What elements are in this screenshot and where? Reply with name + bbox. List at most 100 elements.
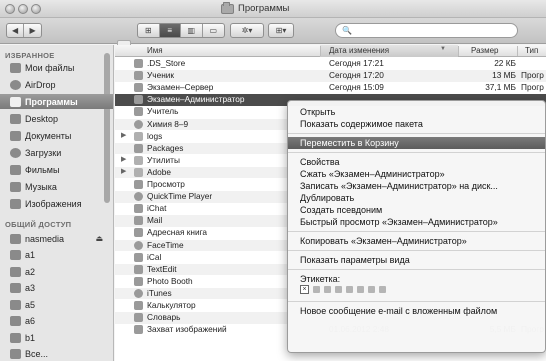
- label-color-swatch[interactable]: [357, 286, 364, 293]
- column-separator[interactable]: [517, 46, 518, 56]
- sidebar-item-2[interactable]: Программы: [0, 94, 113, 109]
- pictures-icon: [10, 198, 21, 209]
- sidebar-shared-item-3[interactable]: a3: [0, 281, 113, 296]
- sidebar-item-4[interactable]: Документы: [0, 128, 113, 143]
- action-menu-button[interactable]: ✲▾: [230, 23, 264, 38]
- list-view-button[interactable]: ≡: [159, 24, 181, 37]
- sidebar-item-5[interactable]: Загрузки: [0, 145, 113, 160]
- disclosure-triangle-icon[interactable]: ▶: [121, 155, 126, 163]
- computer-icon: [10, 316, 21, 326]
- sidebar-item-6[interactable]: Фильмы: [0, 162, 113, 177]
- file-name: Захват изображений: [147, 324, 227, 335]
- sidebar-item-label: Desktop: [25, 113, 59, 124]
- column-view-button[interactable]: ▥: [181, 24, 203, 37]
- menu-item[interactable]: Сжать «Экзамен–Администратор»: [288, 168, 545, 180]
- server-icon: [10, 233, 21, 244]
- zoom-button[interactable]: [31, 4, 41, 14]
- network-icon: [10, 349, 21, 359]
- sidebar-item-7[interactable]: Музыка: [0, 179, 113, 194]
- menu-separator: [288, 301, 545, 302]
- menu-item[interactable]: Создать псевдоним: [288, 204, 545, 216]
- sidebar-favorites-header: ИЗБРАННОЕ: [5, 51, 55, 60]
- all-files-icon: [10, 62, 21, 73]
- menu-item[interactable]: Свойства: [288, 156, 545, 168]
- label-color-swatch[interactable]: [313, 286, 320, 293]
- app-icon: [134, 264, 143, 274]
- computer-icon: [10, 299, 21, 310]
- menu-item[interactable]: Показать содержимое пакета: [288, 118, 545, 130]
- file-name: Ученик: [147, 70, 175, 81]
- menu-item[interactable]: Новое сообщение e-mail с вложенным файло…: [288, 305, 545, 317]
- file-date: Сегодня 17:21: [329, 58, 384, 68]
- column-size[interactable]: Размер: [471, 46, 499, 55]
- sidebar-item-label: Изображения: [25, 198, 82, 209]
- coverflow-view-button[interactable]: ▭: [203, 24, 224, 37]
- menu-item[interactable]: Переместить в Корзину: [288, 137, 545, 149]
- column-name[interactable]: Имя: [147, 46, 163, 55]
- menu-item[interactable]: Записать «Экзамен–Администратор» на диск…: [288, 180, 545, 192]
- menu-item[interactable]: Открыть: [288, 106, 545, 118]
- folder-icon: [134, 155, 143, 165]
- menu-item[interactable]: Копировать «Экзамен–Администратор»: [288, 235, 545, 247]
- file-name: FaceTime: [147, 239, 184, 250]
- menu-item[interactable]: Быстрый просмотр «Экзамен–Администратор»: [288, 216, 545, 228]
- column-separator[interactable]: [320, 46, 321, 56]
- sidebar-item-label: a2: [25, 266, 36, 277]
- label-color-swatch[interactable]: [346, 286, 353, 293]
- column-type[interactable]: Тип: [525, 46, 538, 55]
- file-name: Калькулятор: [147, 300, 196, 310]
- forward-button[interactable]: ▶: [24, 24, 41, 37]
- sidebar-item-label: a6: [25, 316, 36, 326]
- icon-view-button[interactable]: ⊞: [138, 24, 160, 37]
- file-name: Просмотр: [147, 179, 185, 189]
- sidebar-item-1[interactable]: AirDrop: [0, 77, 113, 92]
- sidebar-shared-item-0[interactable]: nasmedia ⏏: [0, 231, 113, 246]
- sidebar-shared-item-1[interactable]: a1: [0, 248, 113, 263]
- sidebar-item-8[interactable]: Изображения: [0, 196, 113, 211]
- menu-item[interactable]: Дублировать: [288, 192, 545, 204]
- file-row[interactable]: Ученик Сегодня 17:20 13 МБ Прогр: [115, 70, 546, 82]
- file-type: Прогр: [521, 82, 544, 93]
- eject-icon[interactable]: ⏏: [95, 234, 103, 243]
- label-none-icon[interactable]: ×: [300, 285, 309, 294]
- label-color-swatch[interactable]: [368, 286, 375, 293]
- sidebar-shared-item-4[interactable]: a5: [0, 297, 113, 312]
- disclosure-triangle-icon[interactable]: ▶: [121, 167, 126, 175]
- menu-item[interactable]: Показать параметры вида: [288, 254, 545, 266]
- back-button[interactable]: ◀: [7, 24, 25, 37]
- arrange-menu-button[interactable]: ⊞▾: [268, 23, 294, 38]
- app-icon: [134, 83, 143, 93]
- menu-item[interactable]: Этикетка:: [288, 273, 545, 285]
- column-separator[interactable]: [458, 46, 459, 56]
- label-color-swatch[interactable]: [324, 286, 331, 293]
- file-size: 22 КБ: [494, 58, 516, 68]
- label-color-swatch[interactable]: [335, 286, 342, 293]
- column-date[interactable]: Дата изменения: [329, 46, 389, 55]
- file-name: Утилиты: [147, 154, 180, 165]
- sidebar-shared-item-6[interactable]: b1: [0, 330, 113, 345]
- file-row[interactable]: .DS_Store Сегодня 17:21 22 КБ: [115, 58, 546, 70]
- menu-separator: [288, 269, 545, 270]
- file-name: Photo Booth: [147, 275, 193, 286]
- app-icon: [134, 107, 143, 117]
- disclosure-triangle-icon[interactable]: ▶: [121, 131, 126, 139]
- computer-icon: [10, 266, 21, 277]
- finder-window: Программы ◀ ▶ ⊞ ≡ ▥ ▭ ✲▾ ⊞▾ 🔍 ИЗБРАННОЕ …: [0, 0, 546, 361]
- close-button[interactable]: [5, 4, 15, 14]
- minimize-button[interactable]: [18, 4, 28, 14]
- sidebar-item-0[interactable]: Мои файлы: [0, 60, 113, 75]
- sidebar-item-3[interactable]: Desktop: [0, 111, 113, 126]
- sidebar-shared-item-2[interactable]: a2: [0, 264, 113, 279]
- file-name: Учитель: [147, 106, 179, 117]
- file-row[interactable]: Экзамен–Сервер Сегодня 15:09 37,1 МБ Прогр: [115, 82, 546, 94]
- label-color-swatch[interactable]: [379, 286, 386, 293]
- menu-separator: [288, 133, 545, 134]
- file-name: Mail: [147, 215, 163, 226]
- menu-separator: [288, 231, 545, 232]
- search-field[interactable]: 🔍: [335, 23, 518, 38]
- file-name: Packages: [147, 142, 184, 153]
- file-name: TextEdit: [147, 263, 177, 274]
- movies-icon: [10, 164, 21, 175]
- sidebar-shared-item-5[interactable]: a6: [0, 314, 113, 329]
- sidebar-shared-item-7[interactable]: Все...: [0, 347, 113, 361]
